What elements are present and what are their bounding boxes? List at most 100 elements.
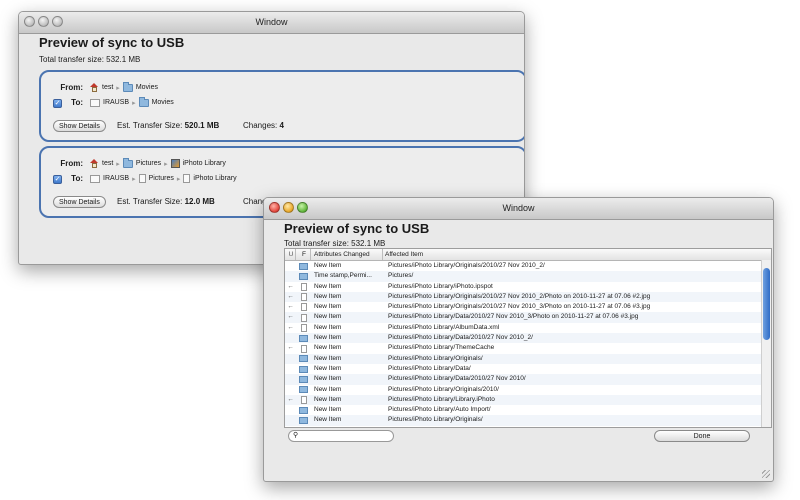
table-row[interactable]: ← New Item Pictures/iPhoto Library/ThemeCa… bbox=[285, 343, 771, 353]
attributes-changed-cell: New Item bbox=[314, 282, 342, 290]
changes-table[interactable]: U F Attributes Changed Affected Item New… bbox=[284, 248, 772, 428]
affected-item-cell: Pictures/iPhoto Library/AlbumData.xml bbox=[388, 323, 500, 331]
attributes-changed-cell: New Item bbox=[314, 395, 342, 403]
path-segment[interactable]: test bbox=[102, 160, 113, 167]
attributes-changed-cell: New Item bbox=[314, 375, 342, 383]
update-indicator-icon: ← bbox=[287, 313, 294, 321]
path-segment[interactable]: IRAUSB bbox=[103, 175, 129, 182]
table-row[interactable]: ← New Item Pictures/iPhoto Library/Origina… bbox=[285, 302, 771, 312]
minimize-button[interactable] bbox=[283, 202, 294, 213]
affected-item-cell: Pictures/iPhoto Library/Data/ bbox=[388, 364, 471, 372]
folder-icon bbox=[299, 334, 308, 342]
traffic-lights bbox=[269, 202, 308, 213]
attributes-changed-cell: New Item bbox=[314, 303, 342, 311]
table-row[interactable]: New Item Pictures/iPhoto Library/Data/ bbox=[285, 364, 771, 374]
scrollbar-thumb[interactable] bbox=[763, 268, 770, 340]
column-header-u[interactable]: U bbox=[285, 249, 296, 260]
table-row[interactable]: New Item Pictures/iPhoto Library/Original… bbox=[285, 415, 771, 426]
column-header-affected-item[interactable]: Affected Item bbox=[383, 249, 771, 260]
zoom-button[interactable] bbox=[297, 202, 308, 213]
home-folder-icon bbox=[90, 83, 99, 92]
path-segment[interactable]: IRAUSB bbox=[103, 99, 129, 106]
back-window-titlebar: Window bbox=[19, 12, 524, 34]
table-row[interactable]: New Item Pictures/iPhoto Library/Data/201… bbox=[285, 374, 771, 385]
iphoto-library-icon bbox=[170, 159, 180, 168]
resize-grip-icon[interactable] bbox=[762, 470, 770, 478]
table-row[interactable]: New Item Pictures/iPhoto Library/Data/201… bbox=[285, 333, 771, 344]
changes-count: Changes: 4 bbox=[243, 121, 284, 130]
est-value: 520.1 MB bbox=[184, 121, 220, 130]
total-transfer-size: Total transfer size: 532.1 MB bbox=[39, 55, 141, 64]
total-transfer-size: Total transfer size: 532.1 MB bbox=[284, 239, 386, 248]
show-details-button[interactable]: Show Details bbox=[53, 120, 106, 132]
path-segment[interactable]: test bbox=[102, 84, 113, 91]
document-icon bbox=[183, 174, 191, 183]
attributes-changed-cell: New Item bbox=[314, 313, 342, 321]
file-type-cell bbox=[296, 292, 311, 302]
path-segment[interactable]: iPhoto Library bbox=[183, 160, 226, 167]
table-row[interactable]: Time stamp,Permi... Pictures/ bbox=[285, 271, 771, 282]
column-header-f[interactable]: F bbox=[296, 249, 311, 260]
path-segment[interactable]: Pictures bbox=[149, 175, 174, 182]
path-separator-icon: ▸ bbox=[176, 175, 181, 183]
table-row[interactable]: ← New Item Pictures/iPhoto Library/Data/20… bbox=[285, 312, 771, 323]
document-icon bbox=[138, 174, 146, 183]
window-title: Window bbox=[255, 17, 288, 27]
folder-icon bbox=[299, 386, 308, 394]
document-icon bbox=[300, 293, 307, 302]
close-button[interactable] bbox=[269, 202, 280, 213]
affected-item-cell: Pictures/iPhoto Library/Data/2010/27 Nov… bbox=[388, 375, 526, 383]
table-row[interactable]: New Item Pictures/iPhoto Library/Auto Imp… bbox=[285, 405, 771, 415]
document-icon bbox=[300, 303, 307, 312]
path-segment[interactable]: iPhoto Library bbox=[193, 175, 236, 182]
table-row[interactable]: ← New Item Pictures/iPhoto Library/iPhoto.… bbox=[285, 282, 771, 292]
table-row[interactable]: New Item Pictures/iPhoto Library/Original… bbox=[285, 385, 771, 395]
est-transfer-size: Est. Transfer Size: 520.1 MB bbox=[117, 121, 219, 130]
path-segment[interactable]: Movies bbox=[136, 84, 158, 91]
affected-item-cell: Pictures/iPhoto Library/Data/2010/27 Nov… bbox=[388, 313, 639, 321]
document-icon bbox=[300, 396, 307, 404]
document-icon bbox=[300, 282, 307, 291]
page-title: Preview of sync to USB bbox=[39, 35, 185, 50]
minimize-button[interactable] bbox=[38, 16, 49, 27]
update-indicator-icon bbox=[285, 364, 296, 374]
est-value: 12.0 MB bbox=[184, 197, 215, 206]
table-row[interactable]: New Item Pictures/iPhoto Library/Original… bbox=[285, 261, 771, 271]
to-label: To: bbox=[71, 174, 83, 183]
folder-icon bbox=[122, 157, 133, 168]
affected-item-cell: Pictures/iPhoto Library/Library.iPhoto bbox=[388, 395, 495, 403]
path-segment[interactable]: Movies bbox=[152, 99, 174, 106]
file-type-cell bbox=[296, 364, 311, 374]
update-indicator-icon bbox=[285, 271, 296, 281]
column-header-attributes[interactable]: Attributes Changed bbox=[311, 249, 383, 260]
search-field[interactable]: ⚲ bbox=[288, 430, 394, 442]
zoom-button[interactable] bbox=[52, 16, 63, 27]
path-segment[interactable]: Pictures bbox=[136, 160, 161, 167]
table-body: New Item Pictures/iPhoto Library/Original… bbox=[285, 261, 771, 426]
est-label: Est. Transfer Size: bbox=[117, 121, 183, 130]
attributes-changed-cell: New Item bbox=[314, 323, 342, 331]
file-type-cell bbox=[296, 333, 311, 343]
file-type-cell bbox=[296, 385, 311, 395]
from-label: From: bbox=[60, 83, 83, 92]
est-transfer-size: Est. Transfer Size: 12.0 MB bbox=[117, 197, 215, 206]
file-type-cell bbox=[296, 312, 311, 322]
affected-item-cell: Pictures/iPhoto Library/Data/2010/27 Nov… bbox=[388, 334, 533, 342]
folder-icon bbox=[299, 375, 308, 383]
vertical-scrollbar[interactable] bbox=[761, 260, 771, 427]
home-folder-icon bbox=[90, 159, 99, 168]
affected-item-cell: Pictures/ bbox=[388, 272, 414, 280]
update-indicator-icon bbox=[285, 354, 296, 364]
show-details-button[interactable]: Show Details bbox=[53, 196, 106, 208]
traffic-lights bbox=[24, 16, 63, 27]
path-separator-icon: ▸ bbox=[132, 99, 136, 107]
table-row[interactable]: ← New Item Pictures/iPhoto Library/Library… bbox=[285, 394, 771, 406]
close-button[interactable] bbox=[24, 16, 35, 27]
attributes-changed-cell: New Item bbox=[314, 385, 342, 393]
table-row[interactable]: ← New Item Pictures/iPhoto Library/AlbumDa… bbox=[285, 323, 771, 333]
table-row[interactable]: ← New Item Pictures/iPhoto Library/Origina… bbox=[285, 291, 771, 303]
done-button[interactable]: Done bbox=[654, 430, 750, 442]
file-type-cell bbox=[296, 354, 311, 364]
table-row[interactable]: New Item Pictures/iPhoto Library/Original… bbox=[285, 353, 771, 364]
attributes-changed-cell: New Item bbox=[314, 406, 342, 414]
